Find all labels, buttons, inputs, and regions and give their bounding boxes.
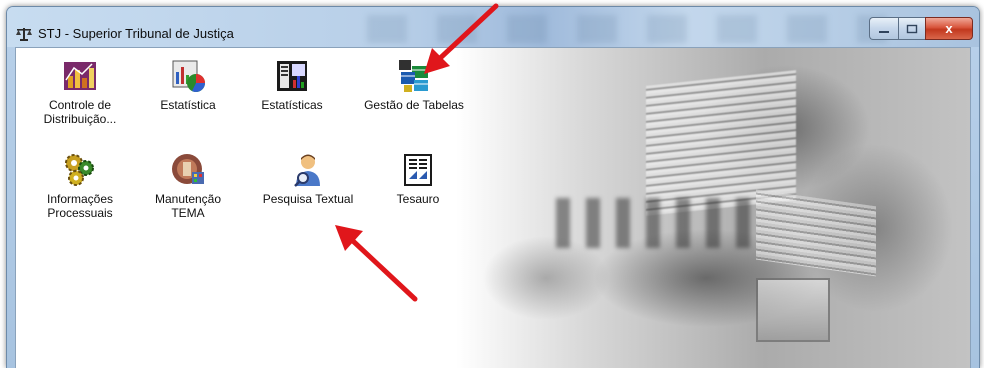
desktop-item-controle-distribuicao[interactable]: Controle de Distribuição...	[28, 58, 132, 126]
scales-of-justice-icon[interactable]	[15, 27, 33, 41]
close-icon: x	[945, 21, 953, 36]
maintenance-icon	[172, 154, 204, 184]
desktop-item-tesauro[interactable]: Tesauro	[366, 152, 470, 206]
bar-chart-icon	[64, 62, 96, 90]
desktop-item-pesquisa-textual[interactable]: Pesquisa Textual	[252, 152, 364, 206]
desktop-item-manutencao-tema[interactable]: Manutenção TEMA	[136, 152, 240, 220]
desktop-item-label: Controle de	[48, 98, 112, 112]
statistics-report-icon	[277, 61, 307, 91]
minimize-icon	[879, 30, 889, 33]
desktop-item-estatistica[interactable]: Estatística	[136, 58, 240, 112]
desktop-item-label: Manutenção	[154, 192, 222, 206]
gears-icon	[65, 154, 94, 186]
title-bar-background	[367, 15, 887, 43]
window-title: STJ - Superior Tribunal de Justiça	[38, 26, 234, 41]
desktop-item-label: Processuais	[47, 206, 113, 220]
desktop-item-label: Pesquisa Textual	[262, 192, 354, 206]
window-controls: x	[869, 17, 973, 40]
desktop-item-label: Distribuição...	[43, 112, 117, 126]
application-window: STJ - Superior Tribunal de Justiça x Con…	[6, 6, 980, 368]
desktop-item-label: Estatísticas	[261, 98, 323, 112]
maximize-icon	[906, 24, 918, 33]
pie-chart-icon	[172, 60, 205, 92]
document-icon	[404, 154, 432, 186]
background-photo	[456, 48, 970, 368]
minimize-button[interactable]	[869, 17, 898, 40]
close-button[interactable]: x	[925, 17, 973, 40]
background-photo-people	[556, 198, 756, 248]
main-panel: Controle de Distribuição... Estatística	[15, 47, 971, 368]
desktop-item-label: Tesauro	[396, 192, 440, 206]
desktop-item-estatisticas[interactable]: Estatísticas	[240, 58, 344, 112]
maximize-button[interactable]	[898, 17, 925, 40]
desktop-item-gestao-tabelas[interactable]: Gestão de Tabelas	[356, 58, 472, 112]
desktop-item-label: TEMA	[171, 206, 205, 220]
desktop-item-informacoes-processuais[interactable]: Informações Processuais	[28, 152, 132, 220]
desktop-item-label: Estatística	[160, 98, 216, 112]
person-search-icon	[294, 154, 320, 187]
background-photo-monitor	[756, 278, 830, 342]
desktop-item-label: Informações	[46, 192, 114, 206]
desktop-item-label: Gestão de Tabelas	[364, 98, 464, 112]
background-photo-papers-2	[756, 189, 876, 277]
title-bar[interactable]: STJ - Superior Tribunal de Justiça x	[7, 7, 979, 47]
tables-icon	[399, 60, 428, 92]
